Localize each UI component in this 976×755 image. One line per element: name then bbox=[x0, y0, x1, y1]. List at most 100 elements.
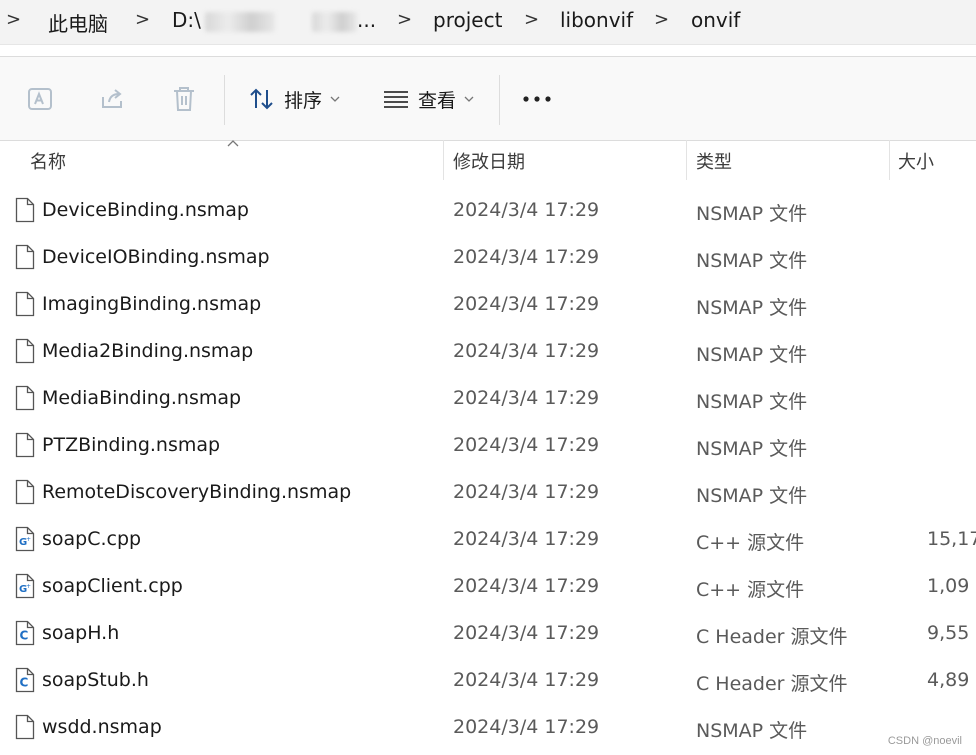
file-row[interactable]: wsdd.nsmap 2024/3/4 17:29 NSMAP 文件 bbox=[0, 704, 976, 751]
c-header-icon: C bbox=[15, 667, 35, 697]
watermark: CSDN @noevil bbox=[887, 735, 962, 747]
file-size-value: 1,09 bbox=[927, 575, 970, 597]
file-modified-date: 2024/3/4 17:29 bbox=[453, 481, 600, 503]
breadcrumb-this-pc[interactable]: 此电脑 bbox=[48, 8, 108, 37]
delete-button[interactable] bbox=[171, 83, 197, 115]
file-name: PTZBinding.nsmap bbox=[42, 434, 221, 456]
file-type: C Header 源文件 bbox=[696, 626, 848, 648]
file-modified-date: 2024/3/4 17:29 bbox=[453, 528, 600, 550]
file-icon bbox=[15, 432, 35, 462]
file-type: NSMAP 文件 bbox=[696, 344, 808, 366]
file-size: 4,89 bbox=[900, 669, 976, 691]
toolbar-divider bbox=[499, 75, 500, 125]
file-modified-date: 2024/3/4 17:29 bbox=[453, 293, 600, 315]
file-type: C++ 源文件 bbox=[696, 579, 805, 601]
file-size: 1,09 bbox=[900, 575, 976, 597]
chevron-right-icon[interactable]: > bbox=[654, 9, 669, 30]
column-divider[interactable] bbox=[443, 140, 444, 180]
svg-text:+: + bbox=[26, 536, 31, 543]
sort-button[interactable]: 排序 bbox=[248, 83, 340, 115]
file-type: NSMAP 文件 bbox=[696, 203, 808, 225]
rename-icon bbox=[28, 88, 52, 110]
file-row[interactable]: G + soapClient.cpp 2024/3/4 17:29 C++ 源文件 1,0… bbox=[0, 563, 976, 610]
file-size bbox=[900, 293, 976, 315]
file-name: DeviceIOBinding.nsmap bbox=[42, 246, 270, 268]
breadcrumb-project[interactable]: project bbox=[433, 8, 502, 32]
breadcrumb-libonvif[interactable]: libonvif bbox=[560, 8, 633, 32]
sort-icon bbox=[250, 88, 273, 110]
chevron-right-icon[interactable]: > bbox=[135, 9, 150, 30]
file-type: NSMAP 文件 bbox=[696, 391, 808, 413]
file-name: wsdd.nsmap bbox=[42, 716, 162, 738]
file-row[interactable]: Media2Binding.nsmap 2024/3/4 17:29 NSMAP 文… bbox=[0, 328, 976, 375]
file-type: NSMAP 文件 bbox=[696, 485, 808, 507]
column-header-name[interactable]: 名称 bbox=[30, 148, 66, 174]
file-row[interactable]: RemoteDiscoveryBinding.nsmap 2024/3/4 17:… bbox=[0, 469, 976, 516]
file-icon bbox=[15, 291, 35, 321]
svg-text:+: + bbox=[26, 583, 31, 590]
file-name: RemoteDiscoveryBinding.nsmap bbox=[42, 481, 352, 503]
file-modified-date: 2024/3/4 17:29 bbox=[453, 669, 600, 691]
svg-text:C: C bbox=[20, 629, 29, 643]
trash-icon bbox=[174, 87, 194, 111]
file-name: soapClient.cpp bbox=[42, 575, 183, 597]
column-header-date[interactable]: 修改日期 bbox=[453, 148, 525, 174]
c-header-icon: C bbox=[15, 620, 35, 650]
file-size-value: 4,89 bbox=[927, 669, 970, 691]
file-icon bbox=[15, 479, 35, 509]
column-header-type[interactable]: 类型 bbox=[696, 148, 732, 174]
file-row[interactable]: CsoapH.h 2024/3/4 17:29 C Header 源文件 9,55 bbox=[0, 610, 976, 657]
file-size-value: 9,55 bbox=[927, 622, 970, 644]
file-row[interactable]: ImagingBinding.nsmap 2024/3/4 17:29 NSMAP … bbox=[0, 281, 976, 328]
rename-button[interactable] bbox=[26, 83, 54, 115]
file-modified-date: 2024/3/4 17:29 bbox=[453, 622, 600, 644]
sort-label: 排序 bbox=[284, 89, 323, 112]
file-size: 15,17 bbox=[900, 528, 976, 550]
breadcrumb-onvif[interactable]: onvif bbox=[691, 8, 740, 32]
breadcrumb-ellipsis[interactable]: ... bbox=[357, 8, 376, 32]
chevron-down-icon bbox=[464, 96, 474, 102]
file-type: C++ 源文件 bbox=[696, 532, 805, 554]
file-name: soapH.h bbox=[42, 622, 120, 644]
file-row[interactable]: MediaBinding.nsmap 2024/3/4 17:29 NSMAP 文件 bbox=[0, 375, 976, 422]
file-size: 9,55 bbox=[900, 622, 976, 644]
file-type: NSMAP 文件 bbox=[696, 438, 808, 460]
column-header-size[interactable]: 大小 bbox=[898, 148, 934, 174]
file-icon bbox=[15, 714, 35, 744]
file-modified-date: 2024/3/4 17:29 bbox=[453, 199, 600, 221]
column-divider[interactable] bbox=[889, 140, 890, 180]
file-name: soapStub.h bbox=[42, 669, 149, 691]
redacted-path-segment bbox=[205, 12, 275, 32]
command-bar: 排序 查看 bbox=[0, 56, 976, 141]
chevron-right-icon[interactable]: > bbox=[524, 9, 539, 30]
file-name: MediaBinding.nsmap bbox=[42, 387, 242, 409]
toolbar-divider bbox=[224, 75, 225, 125]
cpp-file-icon: G + bbox=[15, 526, 35, 556]
share-button[interactable] bbox=[99, 83, 127, 115]
file-type: NSMAP 文件 bbox=[696, 720, 808, 742]
file-size bbox=[900, 199, 976, 221]
file-row[interactable]: G + soapC.cpp 2024/3/4 17:29 C++ 源文件 15,17 bbox=[0, 516, 976, 563]
view-label: 查看 bbox=[418, 89, 457, 112]
file-icon bbox=[15, 385, 35, 415]
chevron-right-icon[interactable]: > bbox=[6, 9, 21, 30]
sort-ascending-icon bbox=[227, 140, 239, 147]
file-row[interactable]: DeviceBinding.nsmap 2024/3/4 17:29 NSMAP 文… bbox=[0, 187, 976, 234]
file-type: C Header 源文件 bbox=[696, 673, 848, 695]
file-icon bbox=[15, 244, 35, 274]
more-horizontal-icon bbox=[523, 96, 551, 102]
view-list-icon bbox=[384, 91, 408, 108]
more-options-button[interactable] bbox=[522, 83, 552, 115]
file-modified-date: 2024/3/4 17:29 bbox=[453, 575, 600, 597]
file-modified-date: 2024/3/4 17:29 bbox=[453, 246, 600, 268]
file-row[interactable]: DeviceIOBinding.nsmap 2024/3/4 17:29 NSMAP… bbox=[0, 234, 976, 281]
chevron-down-icon bbox=[330, 96, 340, 102]
cpp-file-icon: G + bbox=[15, 573, 35, 603]
breadcrumb-drive[interactable]: D:\ bbox=[172, 8, 201, 32]
view-button[interactable]: 查看 bbox=[382, 83, 474, 115]
file-row[interactable]: CsoapStub.h 2024/3/4 17:29 C Header 源文件 4,8… bbox=[0, 657, 976, 704]
file-row[interactable]: PTZBinding.nsmap 2024/3/4 17:29 NSMAP 文件 bbox=[0, 422, 976, 469]
chevron-right-icon[interactable]: > bbox=[397, 9, 412, 30]
file-size bbox=[900, 340, 976, 362]
column-divider[interactable] bbox=[686, 140, 687, 180]
